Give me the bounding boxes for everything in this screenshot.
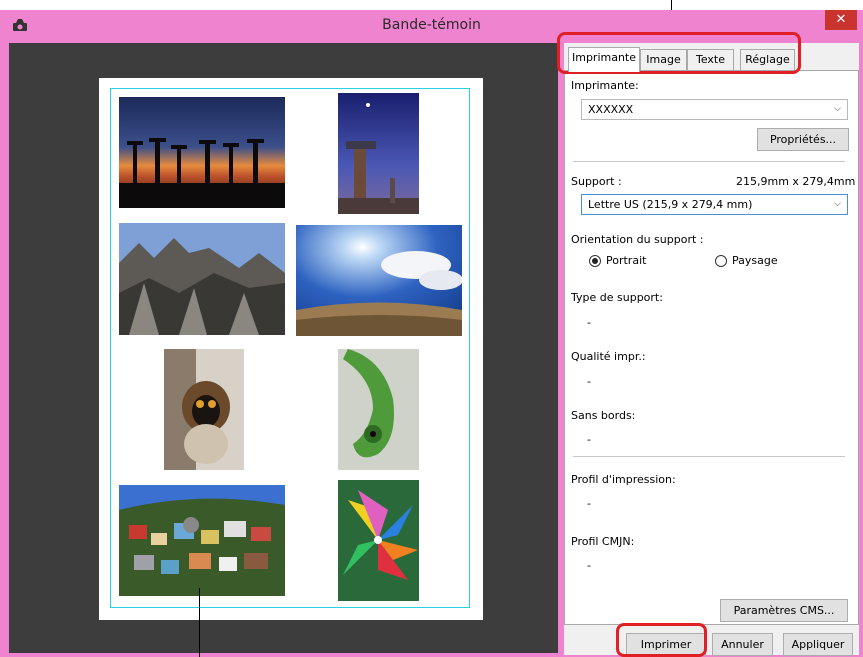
print-profile-value: - [587, 497, 591, 510]
media-select[interactable]: Lettre US (215,9 x 279,4 mm) ⌵ [581, 194, 848, 215]
media-type-label: Type de support: [571, 291, 663, 304]
portrait-radio-label: Portrait [606, 254, 647, 267]
tab-printer[interactable]: Imprimante [568, 47, 640, 72]
print-quality-value: - [587, 375, 591, 388]
cms-settings-button[interactable]: Paramètres CMS... [720, 599, 848, 622]
callout-pointer-bottom [199, 588, 200, 657]
baobabs-sunset-photo[interactable] [119, 97, 285, 208]
settings-panel: Imprimante Image Texte Réglage Imprimant… [564, 43, 859, 656]
landscape-radio[interactable] [715, 255, 727, 267]
media-type-value: - [587, 316, 591, 329]
divider [573, 456, 845, 457]
window-title: Bande-témoin [382, 17, 481, 33]
close-button[interactable]: ✕ [825, 10, 857, 30]
cmyk-profile-value: - [587, 559, 591, 572]
media-select-value: Lettre US (215,9 x 279,4 mm) [588, 198, 753, 211]
print-profile-label: Profil d'impression: [571, 473, 676, 486]
printer-select[interactable]: XXXXXX ⌵ [581, 99, 848, 120]
printer-tab-page: Imprimante: XXXXXX ⌵ Propriétés... Suppo… [564, 70, 859, 625]
divider [573, 161, 845, 162]
portrait-radio[interactable] [589, 255, 601, 267]
orientation-label: Orientation du support : [571, 233, 704, 246]
print-preview [9, 43, 558, 653]
borderless-value: - [587, 433, 591, 446]
properties-button[interactable]: Propriétés... [757, 128, 849, 151]
sun-sky-fisheye-photo[interactable] [296, 225, 462, 336]
print-button-callout [616, 623, 707, 657]
chameleon-photo[interactable] [338, 349, 419, 470]
pinwheels-photo[interactable] [338, 480, 419, 601]
print-quality-label: Qualité impr.: [571, 350, 646, 363]
printer-select-value: XXXXXX [588, 103, 634, 116]
town-hillside-photo[interactable] [119, 485, 285, 596]
lemur-photo[interactable] [164, 349, 244, 470]
tsingy-rocks-photo[interactable] [119, 223, 285, 335]
printer-label: Imprimante: [571, 79, 639, 92]
baobab-night-photo[interactable] [338, 93, 419, 214]
chevron-down-icon: ⌵ [834, 104, 841, 114]
media-size-readout: 215,9mm x 279,4mm [736, 175, 856, 188]
preview-paper [99, 78, 483, 620]
printable-area [110, 88, 470, 608]
apply-button[interactable]: Appliquer [783, 633, 853, 656]
media-label: Support : [571, 175, 622, 188]
contact-sheet-window: Bande-témoin ✕ Imprimante Image Texte Ré… [0, 10, 863, 657]
landscape-radio-label: Paysage [732, 254, 778, 267]
cmyk-profile-label: Profil CMJN: [571, 535, 635, 548]
cancel-button[interactable]: Annuler [712, 633, 773, 656]
borderless-label: Sans bords: [571, 409, 636, 422]
chevron-down-icon: ⌵ [834, 199, 841, 209]
